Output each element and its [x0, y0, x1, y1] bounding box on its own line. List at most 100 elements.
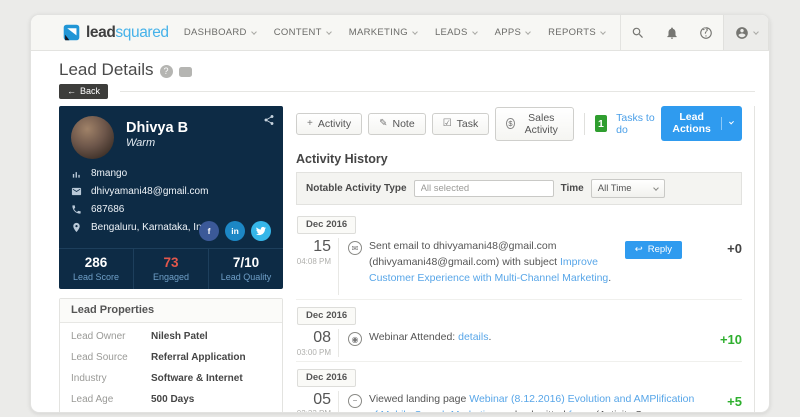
left-column: Dhivya B Warm 8mango dhivyamani48@gmail.… [59, 106, 283, 412]
entry-text-segment: Viewed landing page [369, 392, 470, 405]
chevron-down-icon [471, 28, 478, 35]
facebook-icon[interactable]: f [199, 221, 219, 241]
month-chip: Dec 2016 [297, 216, 357, 234]
user-account-button[interactable] [723, 15, 769, 50]
time-filter-select[interactable]: All Time [590, 179, 665, 198]
nav-item-marketing[interactable]: MARKETING [340, 15, 426, 50]
type-filter-label: Notable Activity Type [306, 183, 407, 194]
lead-stat-engaged: 73 Engaged [133, 249, 208, 289]
add-activity-button[interactable]: + Activity [296, 112, 363, 135]
notifications-button[interactable] [655, 15, 689, 50]
reply-button[interactable]: ↩ Reply [624, 241, 682, 259]
nav-item-label: DASHBOARD [183, 27, 247, 38]
logo-text-bold: lead [86, 23, 116, 41]
add-task-label: Task [456, 117, 479, 130]
nav-item-label: MARKETING [348, 27, 408, 38]
page-title: Lead Details [59, 60, 154, 79]
email-icon [71, 187, 82, 196]
lead-avatar [71, 116, 114, 159]
activity-group: Dec 2016 15 04:08 PM ✉ Sent email to dhivyam… [296, 209, 742, 296]
entry-time: 02:33 PM [296, 409, 331, 412]
lead-location: Bengaluru, Karnataka, India [91, 222, 215, 233]
reply-label: Reply [647, 244, 672, 255]
activity-group: Dec 2016 08 03:00 PM ◉ Webinar Attended: det… [296, 299, 742, 357]
property-label: Lead Age [71, 394, 114, 405]
leadsquared-logo[interactable]: lead squared [63, 24, 169, 42]
top-navbar: lead squared DASHBOARD CONTENT MARKETING LE… [31, 15, 769, 51]
stat-value: 7/10 [232, 255, 260, 270]
search-icon [632, 27, 643, 38]
property-value: Software & Internet [151, 373, 243, 384]
add-note-label: Note [392, 117, 415, 130]
time-filter-label: Time [560, 183, 584, 194]
add-note-button[interactable]: ✎ Note [368, 112, 426, 135]
entry-text-segment: . [608, 271, 612, 284]
chevron-down-icon [729, 119, 734, 125]
activity-entry: 15 04:08 PM ✉ Sent email to dhivyamani48@gm… [296, 238, 742, 296]
plus-icon: + [307, 117, 313, 129]
chevron-down-icon [752, 28, 759, 35]
feedback-bubble-icon[interactable] [178, 66, 192, 77]
nav-item-dashboard[interactable]: DASHBOARD [175, 15, 265, 50]
entry-datetime: 08 03:00 PM [296, 329, 338, 357]
lead-stat-lead-quality: 7/10 Lead Quality [208, 249, 283, 289]
stat-label: Lead Quality [220, 272, 272, 282]
back-row: ← Back [59, 84, 755, 99]
property-label: Lead Source [71, 352, 128, 363]
entry-time: 03:00 PM [296, 347, 331, 357]
stat-label: Engaged [152, 272, 190, 282]
add-task-button[interactable]: ☑ Task [431, 112, 490, 135]
property-row-lead-source: Lead Source Referral Application [60, 347, 282, 368]
entry-text-segment: Sent email to dhivyamani48@gmail.com (dh… [369, 240, 560, 268]
entry-text: Sent email to dhivyamani48@gmail.com (dh… [369, 239, 625, 286]
nav-right: DASHBOARD CONTENT MARKETING LEADS APPS REPORT… [175, 15, 769, 50]
page-body: Lead Details ? ← Back Dhivya B Warm 8man… [31, 51, 769, 412]
entry-day: 05 [313, 390, 331, 408]
dollar-icon: $ [506, 118, 515, 129]
activity-score: +5 [727, 393, 742, 409]
nav-item-label: APPS [494, 27, 522, 38]
entry-text: Webinar Attended: details. [369, 330, 491, 348]
share-button[interactable] [263, 113, 275, 131]
nav-item-leads[interactable]: LEADS [426, 15, 486, 50]
activity-filter-bar: Notable Activity Type Time All Time [296, 172, 742, 205]
twitter-icon[interactable] [251, 221, 271, 241]
leadsquared-logo-icon [63, 24, 80, 41]
chevron-down-icon [525, 28, 531, 35]
lead-actions-button[interactable]: Lead Actions [660, 106, 742, 141]
back-label: Back [80, 86, 101, 96]
nav-item-reports[interactable]: REPORTS [539, 15, 614, 50]
webinar-icon: ◉ [348, 332, 362, 347]
linkedin-icon[interactable]: in [225, 221, 245, 241]
entry-text: Viewed landing page Webinar (8.12.2016) … [369, 392, 698, 412]
type-filter-input[interactable] [413, 180, 554, 197]
tasks-to-do-link[interactable]: Tasks to do [616, 112, 655, 136]
right-column: + Activity ✎ Note ☑ Task $ Sales Activit… [296, 106, 755, 412]
lead-properties-rows: Lead Owner Nilesh Patel Lead Source Referra… [60, 323, 282, 412]
help-icon [700, 26, 712, 39]
lead-properties-title: Lead Properties [60, 299, 282, 323]
lead-phone[interactable]: 687686 [91, 204, 124, 215]
lead-email[interactable]: dhivyamani48@gmail.com [91, 186, 208, 197]
button-divider [721, 116, 722, 130]
activity-link[interactable]: form [569, 409, 590, 412]
lead-name: Dhivya B [126, 120, 189, 136]
add-sales-activity-button[interactable]: $ Sales Activity [495, 106, 575, 141]
back-button[interactable]: ← Back [59, 84, 109, 99]
activity-link[interactable]: details [458, 331, 488, 343]
lead-actions-label: Lead Actions [672, 111, 711, 135]
help-button[interactable] [689, 15, 723, 50]
search-button[interactable] [621, 15, 655, 50]
nav-icons [620, 15, 769, 50]
back-arrow-icon: ← [67, 86, 76, 96]
tasks-count-badge: 1 [594, 115, 608, 132]
nav-item-content[interactable]: CONTENT [265, 15, 340, 50]
stat-label: Lead Score [72, 272, 120, 282]
entry-time: 04:08 PM [296, 256, 331, 266]
nav-item-apps[interactable]: APPS [486, 15, 540, 50]
add-sales-activity-label: Sales Activity [524, 111, 558, 136]
page-help-icon[interactable]: ? [159, 64, 173, 78]
lead-phone-row: 687686 [71, 204, 271, 215]
chevron-down-icon [600, 28, 606, 35]
activity-group: Dec 20160502:33 PM−Viewed landing page W… [296, 360, 742, 412]
